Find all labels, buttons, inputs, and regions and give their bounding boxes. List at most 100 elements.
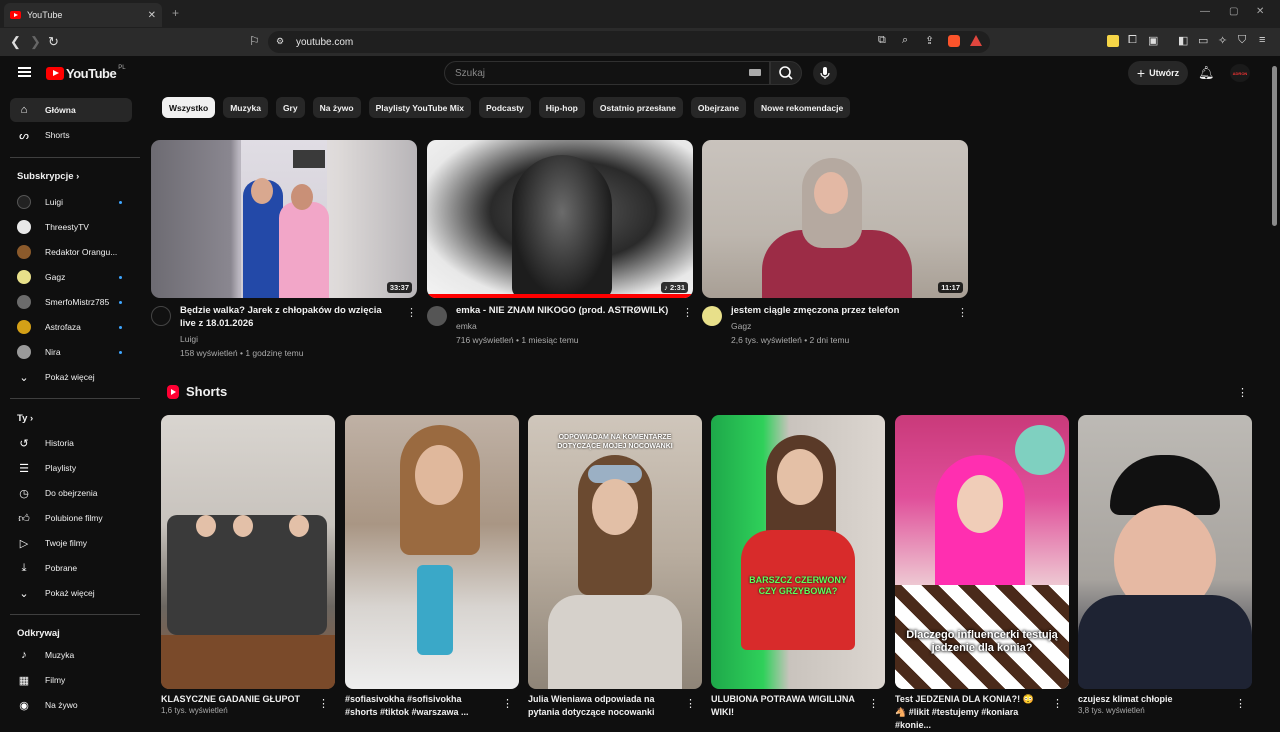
video-thumbnail[interactable]: 11:17 (702, 140, 968, 298)
sidebar-item-live[interactable]: ◉ Na żywo (10, 693, 132, 717)
more-options-icon[interactable]: ⋮ (957, 306, 968, 319)
vpn-icon[interactable]: ⛉ (1238, 34, 1246, 47)
chip-all[interactable]: Wszystko (162, 97, 216, 118)
extension-notes-icon[interactable] (1107, 35, 1119, 47)
channel-avatar[interactable] (427, 306, 447, 326)
channel-avatar[interactable] (151, 306, 171, 326)
sidebar-toggle-icon[interactable]: ◧ (1178, 34, 1188, 47)
close-window-icon[interactable]: ✕ (1256, 6, 1264, 17)
more-options-icon[interactable]: ⋮ (502, 697, 513, 710)
sidebar-item-sub[interactable]: Luigi (10, 190, 132, 214)
short-card[interactable]: #sofiasivokha #sofisivokha #shorts #tikt… (345, 415, 519, 719)
short-title[interactable]: Test JEDZENIA DLA KONIA?! 😳 🐴 #likit #te… (895, 693, 1045, 732)
create-button[interactable]: + Utwórz (1128, 61, 1188, 85)
share-icon[interactable]: ⇪ (925, 34, 934, 47)
short-card[interactable]: ODPOWIADAM NA KOMENTARZE DOTYCZĄCE MOJEJ… (528, 415, 702, 719)
video-card[interactable]: 11:17 jestem ciągle zmęczona przez telef… (702, 140, 968, 364)
open-in-app-icon[interactable]: ⧉ (878, 34, 886, 47)
search-button[interactable] (770, 61, 802, 85)
sidebar-item-sub[interactable]: Nira (10, 340, 132, 364)
voice-search-button[interactable] (813, 61, 837, 85)
brave-shield-icon[interactable] (948, 35, 960, 47)
channel-avatar[interactable] (702, 306, 722, 326)
short-thumbnail[interactable] (345, 415, 519, 689)
channel-name[interactable]: Gagz (731, 321, 751, 331)
subscriptions-heading[interactable]: Subskrypcje › (17, 171, 79, 182)
chip-podcasts[interactable]: Podcasty (478, 97, 531, 118)
chip-games[interactable]: Gry (275, 97, 305, 118)
bookmark-icon[interactable]: ⚐ (249, 34, 260, 48)
short-thumbnail[interactable]: BARSZCZ CZERWONY CZY GRZYBOWA? (711, 415, 885, 689)
short-thumbnail[interactable] (161, 415, 335, 689)
sidebar-item-playlists[interactable]: ☰ Playlisty (10, 456, 132, 480)
sidebar-item-films[interactable]: ▦ Filmy (10, 668, 132, 692)
scrollbar-thumb[interactable] (1272, 66, 1277, 226)
close-tab-icon[interactable]: ✕ (148, 10, 156, 21)
video-title[interactable]: jestem ciągle zmęczona przez telefon (731, 304, 951, 317)
short-card[interactable]: BARSZCZ CZERWONY CZY GRZYBOWA? ULUBIONA … (711, 415, 885, 719)
shorts-more-options-icon[interactable]: ⋮ (1237, 386, 1248, 399)
chip-hiphop[interactable]: Hip-hop (538, 97, 585, 118)
you-heading[interactable]: Ty › (17, 413, 33, 424)
sidebar-item-shorts[interactable]: ᔕ Shorts (10, 123, 132, 147)
more-options-icon[interactable]: ⋮ (406, 306, 417, 319)
sidebar-item-downloads[interactable]: ⤓ Pobrane (10, 556, 132, 580)
wallet-icon[interactable]: ▭ (1198, 34, 1208, 47)
brave-rewards-icon[interactable] (970, 35, 982, 46)
reload-icon[interactable]: ↻ (48, 34, 59, 50)
chip-new-recs[interactable]: Nowe rekomendacje (754, 97, 851, 118)
sidebar-item-sub[interactable]: Gagz (10, 265, 132, 289)
video-card[interactable]: 33:37 Będzie walka? Jarek z chłopaków do… (151, 140, 417, 364)
new-tab-button[interactable]: + (172, 6, 179, 20)
more-options-icon[interactable]: ⋮ (868, 697, 879, 710)
short-title[interactable]: czujesz klimat chłopie (1078, 693, 1228, 706)
zoom-icon[interactable]: ⌕ (902, 34, 908, 47)
leo-ai-icon[interactable]: ✧ (1218, 34, 1227, 47)
chip-music[interactable]: Muzyka (223, 97, 268, 118)
guide-menu-icon[interactable] (18, 67, 31, 77)
more-options-icon[interactable]: ⋮ (682, 306, 693, 319)
chip-recent[interactable]: Ostatnio przesłane (592, 97, 683, 118)
sidebar-show-more[interactable]: ⌄ Pokaż więcej (10, 365, 132, 389)
sidebar-show-more[interactable]: ⌄ Pokaż więcej (10, 581, 132, 605)
minimize-icon[interactable]: — (1200, 6, 1210, 17)
short-title[interactable]: KLASYCZNE GADANIE GŁUPOT (161, 693, 311, 706)
channel-name[interactable]: Luigi (180, 334, 198, 344)
sidebar-item-music[interactable]: ♪ Muzyka (10, 643, 132, 667)
menu-icon[interactable]: ≡ (1259, 34, 1265, 46)
video-title[interactable]: emka - NIE ZNAM NIKOGO (prod. ASTRØWILK) (456, 304, 676, 317)
short-title[interactable]: Julia Wieniawa odpowiada na pytania doty… (528, 693, 678, 719)
chip-mix[interactable]: Playlisty YouTube Mix (368, 97, 471, 118)
more-options-icon[interactable]: ⋮ (318, 697, 329, 710)
video-thumbnail[interactable]: ♪ 2:31 (427, 140, 693, 298)
youtube-logo[interactable]: YouTube PL (46, 65, 126, 81)
sidebar-item-your-videos[interactable]: ▷ Twoje filmy (10, 531, 132, 555)
back-icon[interactable]: ❮ (10, 34, 21, 50)
forward-icon[interactable]: ❯ (30, 34, 41, 50)
short-card[interactable]: KLASYCZNE GADANIE GŁUPOT 1,6 tys. wyświe… (161, 415, 335, 715)
sidebar-item-sub[interactable]: SmerfoMistrz785 (10, 290, 132, 314)
short-title[interactable]: #sofiasivokha #sofisivokha #shorts #tikt… (345, 693, 495, 719)
channel-name[interactable]: emka (456, 321, 477, 331)
maximize-icon[interactable]: ▢ (1229, 6, 1238, 17)
sidebar-item-sub[interactable]: Astrofaza (10, 315, 132, 339)
chip-watched[interactable]: Obejrzane (690, 97, 747, 118)
extensions-icon[interactable]: ⧠ (1128, 34, 1137, 47)
chip-live[interactable]: Na żywo (312, 97, 361, 118)
site-info-icon[interactable]: ⚙ (276, 36, 284, 47)
short-thumbnail[interactable]: ODPOWIADAM NA KOMENTARZE DOTYCZĄCE MOJEJ… (528, 415, 702, 689)
search-input[interactable]: Szukaj (444, 61, 770, 85)
video-card[interactable]: ♪ 2:31 emka - NIE ZNAM NIKOGO (prod. AST… (427, 140, 693, 364)
keyboard-icon[interactable] (749, 69, 761, 76)
more-options-icon[interactable]: ⋮ (1235, 697, 1246, 710)
short-thumbnail[interactable] (1078, 415, 1252, 689)
notifications-bell-icon[interactable]: 🔔︎ (1198, 65, 1215, 81)
more-options-icon[interactable]: ⋮ (1052, 697, 1063, 710)
browser-tab[interactable]: YouTube ✕ (4, 3, 162, 27)
short-card[interactable]: Dlaczego influencerki testują jedzenie d… (895, 415, 1069, 732)
short-card[interactable]: czujesz klimat chłopie 3,8 tys. wyświetl… (1078, 415, 1252, 715)
account-avatar[interactable]: ADRON (1230, 64, 1250, 82)
short-thumbnail[interactable]: Dlaczego influencerki testują jedzenie d… (895, 415, 1069, 689)
sidebar-item-home[interactable]: ⌂ Główna (10, 98, 132, 122)
sidebar-item-sub[interactable]: ThreestyTV (10, 215, 132, 239)
